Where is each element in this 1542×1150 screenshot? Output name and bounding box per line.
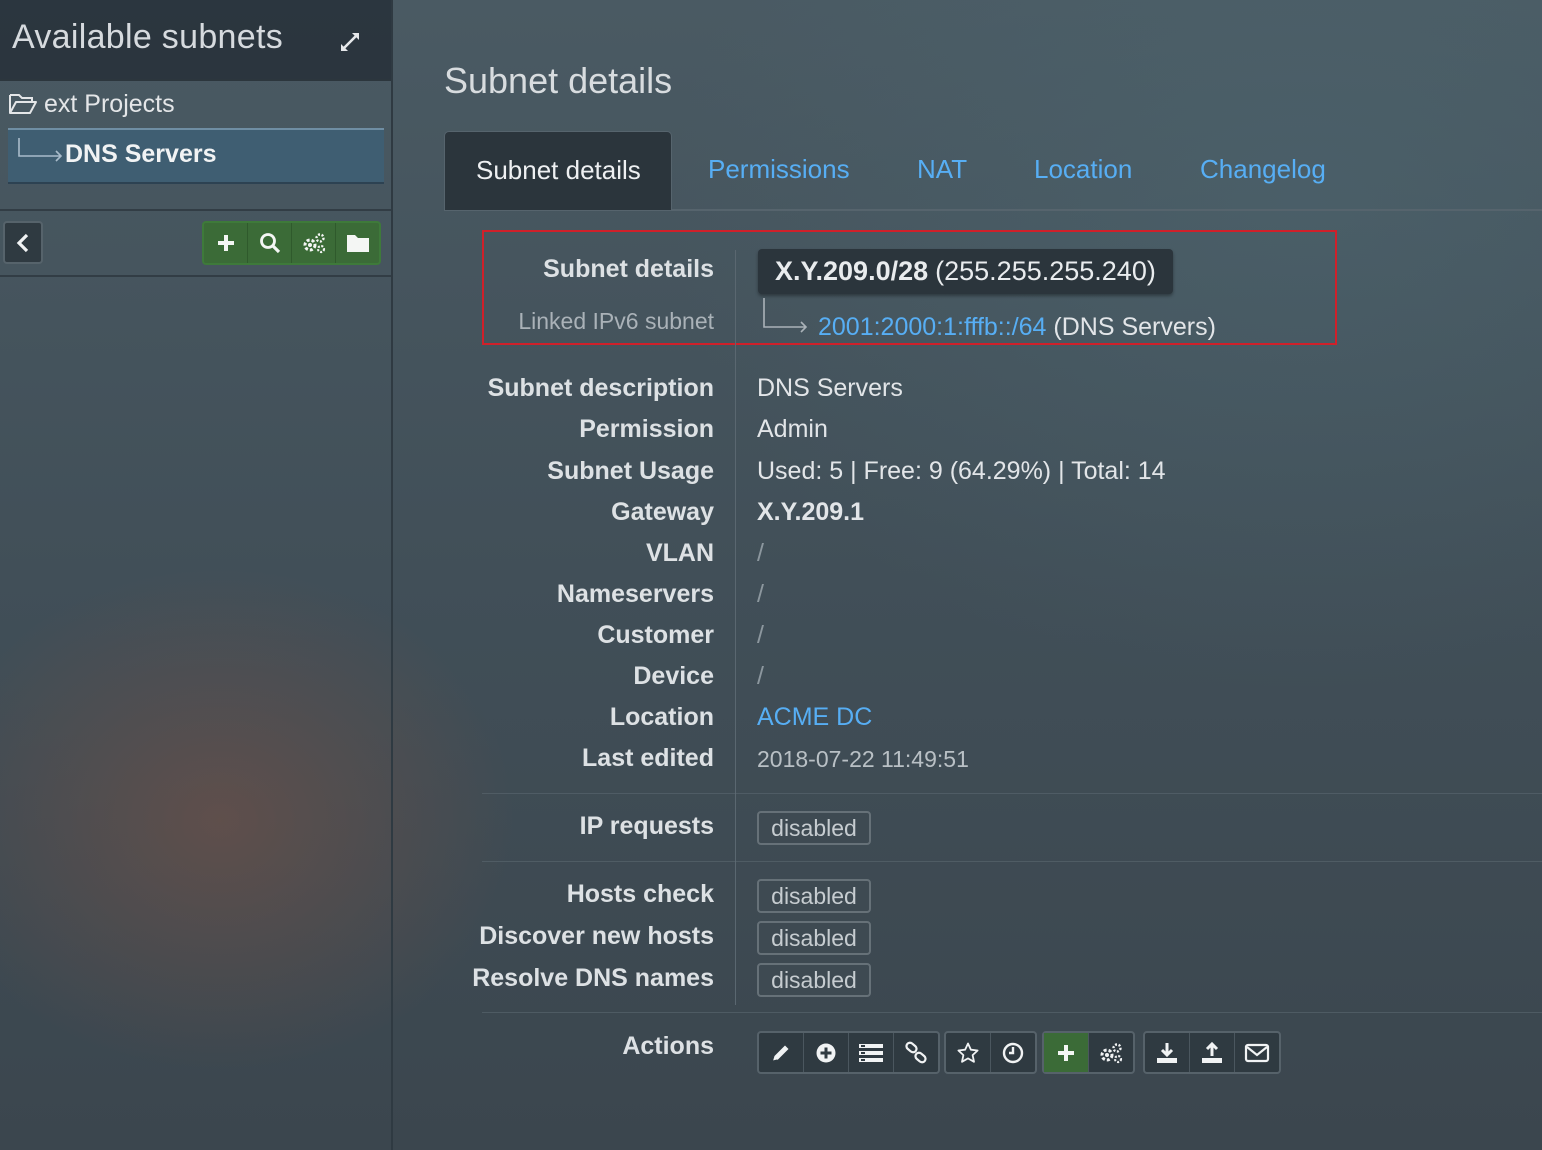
- ip-requests-label: IP requests: [579, 812, 714, 840]
- subnet-description-label: Subnet description: [487, 374, 714, 402]
- tab-bar: Subnet details Permissions NAT Location …: [444, 131, 1542, 211]
- vlan-label: VLAN: [645, 539, 714, 567]
- tree-branch-icon: [763, 298, 808, 333]
- subnet-cidr: X.Y.209.0/28: [775, 256, 929, 286]
- link-subnet-button[interactable]: [894, 1033, 938, 1072]
- pencil-icon: [772, 1045, 789, 1061]
- actions-fav-group: [944, 1031, 1037, 1074]
- linked-ipv6-row: 2001:2000:1:fffb::/64 (DNS Servers): [818, 313, 1216, 342]
- address-list-button[interactable]: [849, 1033, 894, 1072]
- mail-button[interactable]: [1235, 1033, 1279, 1072]
- favourite-button[interactable]: [946, 1033, 991, 1072]
- star-icon: [957, 1042, 979, 1063]
- edit-subnet-button[interactable]: [759, 1033, 804, 1072]
- search-button[interactable]: [248, 223, 292, 263]
- envelope-icon: [1244, 1043, 1270, 1062]
- chevron-left-icon: [16, 233, 29, 252]
- plus-icon: [1058, 1044, 1074, 1061]
- tree-item-label: DNS Servers: [65, 140, 217, 168]
- add-address-button[interactable]: [804, 1033, 849, 1072]
- collapse-sidebar-button[interactable]: [3, 221, 43, 264]
- tree-branch-icon: [18, 138, 63, 162]
- search-icon: [259, 233, 280, 254]
- last-edited-value: 2018-07-22 11:49:51: [757, 746, 969, 772]
- plus-icon: [217, 235, 234, 251]
- subnet-settings-button[interactable]: [1089, 1033, 1133, 1072]
- ip-requests-badge: disabled: [757, 811, 871, 845]
- upload-icon: [1202, 1041, 1222, 1063]
- discover-hosts-badge: disabled: [757, 921, 871, 955]
- actions-io-group: [1143, 1031, 1281, 1074]
- linked-ipv6-label: Linked IPv6 subnet: [518, 308, 714, 334]
- nameservers-value: /: [757, 580, 764, 608]
- hosts-check-label: Hosts check: [566, 880, 714, 908]
- export-button[interactable]: [1145, 1033, 1190, 1072]
- discover-hosts-label: Discover new hosts: [479, 922, 714, 950]
- location-label: Location: [609, 703, 714, 731]
- actions-label: Actions: [622, 1032, 714, 1060]
- resolve-dns-badge: disabled: [757, 963, 871, 997]
- expand-arrows-icon[interactable]: [338, 30, 362, 54]
- gears-icon: [1100, 1042, 1123, 1063]
- folder-button[interactable]: [336, 223, 379, 263]
- customer-value: /: [757, 621, 764, 649]
- nameservers-label: Nameservers: [556, 580, 714, 608]
- sidebar-title: Available subnets: [12, 18, 283, 56]
- subnet-details-label: Subnet details: [543, 255, 714, 283]
- add-subnet-button[interactable]: [1044, 1033, 1089, 1072]
- section-divider: [482, 793, 1542, 794]
- folder-icon: [346, 235, 369, 252]
- sidebar-divider: [0, 275, 391, 277]
- customer-label: Customer: [597, 621, 714, 649]
- location-link[interactable]: ACME DC: [757, 703, 872, 732]
- gears-icon: [303, 233, 325, 254]
- subnet-usage-value: Used: 5 | Free: 9 (64.29%) | Total: 14: [757, 457, 1166, 485]
- permission-label: Permission: [579, 415, 714, 443]
- import-button[interactable]: [1190, 1033, 1235, 1072]
- history-button[interactable]: [991, 1033, 1035, 1072]
- folder-open-icon: [9, 94, 37, 114]
- device-value: /: [757, 662, 764, 690]
- subnet-mask: (255.255.255.240): [935, 256, 1156, 286]
- actions-edit-group: [757, 1031, 940, 1074]
- device-label: Device: [633, 662, 714, 690]
- sidebar: Available subnets ext Projects DNS Serve…: [0, 0, 393, 1150]
- page-title: Subnet details: [444, 60, 673, 101]
- sidebar-header: Available subnets: [0, 0, 391, 81]
- hosts-check-badge: disabled: [757, 879, 871, 913]
- download-icon: [1157, 1042, 1177, 1063]
- list-icon: [859, 1043, 883, 1062]
- gateway-label: Gateway: [611, 498, 714, 526]
- subnet-badge: X.Y.209.0/28 (255.255.255.240): [758, 249, 1173, 294]
- vlan-value: /: [757, 539, 764, 567]
- sidebar-divider: [0, 209, 391, 211]
- column-divider: [735, 250, 736, 1005]
- plus-circle-icon: [816, 1043, 836, 1062]
- section-divider: [482, 1012, 1542, 1013]
- section-divider: [482, 861, 1542, 862]
- resolve-dns-label: Resolve DNS names: [472, 964, 714, 992]
- clock-icon: [1002, 1042, 1024, 1063]
- actions-admin-group: [1042, 1031, 1135, 1074]
- tree-item-dns-servers[interactable]: DNS Servers: [8, 128, 384, 184]
- tab-subnet-details[interactable]: Subnet details: [444, 131, 672, 210]
- tree-folder-label: ext Projects: [44, 89, 175, 118]
- last-edited-label: Last edited: [582, 744, 714, 772]
- add-folder-button[interactable]: [204, 223, 248, 263]
- linked-ipv6-name: (DNS Servers): [1053, 313, 1216, 341]
- link-icon: [905, 1041, 927, 1063]
- sidebar-toolbar: [202, 221, 381, 265]
- settings-button[interactable]: [292, 223, 336, 263]
- subnet-usage-label: Subnet Usage: [547, 457, 714, 485]
- subnet-description-value: DNS Servers: [757, 374, 903, 402]
- tree-folder-ext-projects[interactable]: ext Projects: [8, 88, 175, 120]
- gateway-value: X.Y.209.1: [757, 498, 865, 526]
- permission-value: Admin: [757, 415, 828, 443]
- linked-ipv6-link[interactable]: 2001:2000:1:fffb::/64: [818, 313, 1046, 341]
